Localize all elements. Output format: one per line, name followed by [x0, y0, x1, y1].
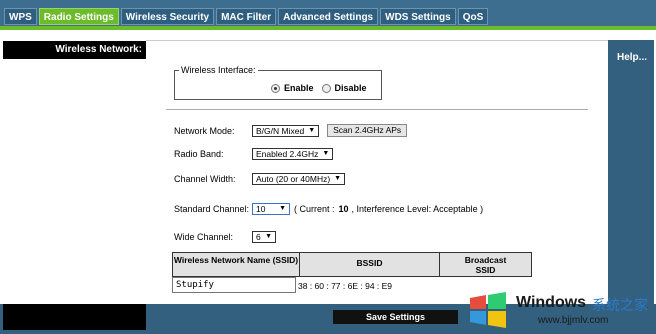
- tab-bar: WPS Radio Settings Wireless Security MAC…: [0, 0, 656, 30]
- radio-band-label: Radio Band:: [174, 149, 224, 159]
- dropdown-arrow-icon: ▼: [322, 150, 330, 157]
- watermark-url: www.bjjmlv.com: [538, 315, 609, 326]
- section-divider: [166, 109, 588, 110]
- watermark-brand: Windows: [516, 294, 587, 311]
- network-mode-label: Network Mode:: [174, 125, 235, 136]
- channel-width-select[interactable]: Auto (20 or 40MHz) ▼: [252, 173, 346, 185]
- save-settings-button[interactable]: Save Settings: [333, 310, 458, 324]
- network-mode-row: Network Mode: B/G/N Mixed ▼ Scan 2.4GHz A…: [174, 124, 408, 137]
- disable-label: Disable: [334, 83, 367, 93]
- interference-level-text: , Interference Level: Acceptable ): [351, 204, 484, 214]
- dropdown-arrow-icon: ▼: [265, 233, 272, 240]
- sidebar-title: Wireless Network:: [3, 41, 146, 59]
- tab-wireless-security[interactable]: Wireless Security: [120, 8, 215, 25]
- scan-aps-button[interactable]: Scan 2.4GHz APs: [327, 124, 408, 137]
- tab-wds-settings[interactable]: WDS Settings: [380, 8, 456, 25]
- bssid-value: 38 : 60 : 77 : 6E : 94 : E9: [298, 281, 393, 291]
- dropdown-arrow-icon: ▼: [334, 175, 342, 182]
- watermark-cn-text: 系统之家: [592, 297, 648, 313]
- channel-info-prefix: ( Current :: [294, 204, 335, 214]
- enable-radio[interactable]: [271, 83, 280, 93]
- bssid-column-header: BSSID: [299, 252, 440, 277]
- current-channel-value: 10: [338, 204, 349, 214]
- sidebar-panel: [3, 59, 146, 303]
- tab-list: WPS Radio Settings Wireless Security MAC…: [4, 8, 489, 25]
- standard-channel-select[interactable]: 10 ▼: [252, 203, 290, 215]
- channel-width-row: Channel Width: Auto (20 or 40MHz) ▼: [174, 173, 346, 185]
- disable-radio[interactable]: [321, 83, 331, 93]
- standard-channel-row: Standard Channel: 10 ▼ ( Current : 10 , I…: [174, 203, 483, 215]
- radio-band-select[interactable]: Enabled 2.4GHz ▼: [252, 148, 334, 160]
- active-tab-strip: [0, 26, 656, 30]
- wide-channel-label: Wide Channel:: [174, 232, 234, 242]
- tab-radio-settings[interactable]: Radio Settings: [38, 8, 119, 25]
- windows-logo-icon: [470, 292, 506, 328]
- broadcast-ssid-column-header: Broadcast SSID: [439, 252, 532, 277]
- help-link[interactable]: Help...: [617, 52, 647, 63]
- watermark: Windows 系统之家 www.bjjmlv.com: [468, 290, 654, 332]
- channel-width-label: Channel Width:: [174, 174, 236, 184]
- tab-wps[interactable]: WPS: [4, 8, 37, 25]
- ssid-column-header: Wireless Network Name (SSID): [172, 252, 300, 277]
- wireless-interface-legend: Wireless Interface:: [179, 65, 258, 75]
- help-panel: Help...: [608, 40, 654, 304]
- wide-channel-select[interactable]: 6 ▼: [252, 231, 276, 243]
- enable-label: Enable: [284, 83, 314, 93]
- standard-channel-label: Standard Channel:: [174, 204, 250, 214]
- wide-channel-row: Wide Channel: 6 ▼: [174, 231, 276, 243]
- dropdown-arrow-icon: ▼: [279, 205, 286, 212]
- wireless-interface-options: Enable Disable: [271, 83, 367, 93]
- network-mode-select[interactable]: B/G/N Mixed ▼: [252, 124, 320, 137]
- dropdown-arrow-icon: ▼: [308, 126, 316, 134]
- main-content: Wireless Interface: Enable Disable Netwo…: [146, 40, 608, 304]
- ssid-input[interactable]: Stupify: [172, 277, 296, 293]
- bottom-left-block: [3, 304, 146, 330]
- wireless-interface-group: Wireless Interface: Enable Disable: [174, 65, 382, 100]
- tab-advanced-settings[interactable]: Advanced Settings: [278, 8, 379, 25]
- tab-mac-filter[interactable]: MAC Filter: [216, 8, 277, 25]
- tab-qos[interactable]: QoS: [457, 8, 489, 25]
- radio-band-row: Radio Band: Enabled 2.4GHz ▼: [174, 148, 334, 160]
